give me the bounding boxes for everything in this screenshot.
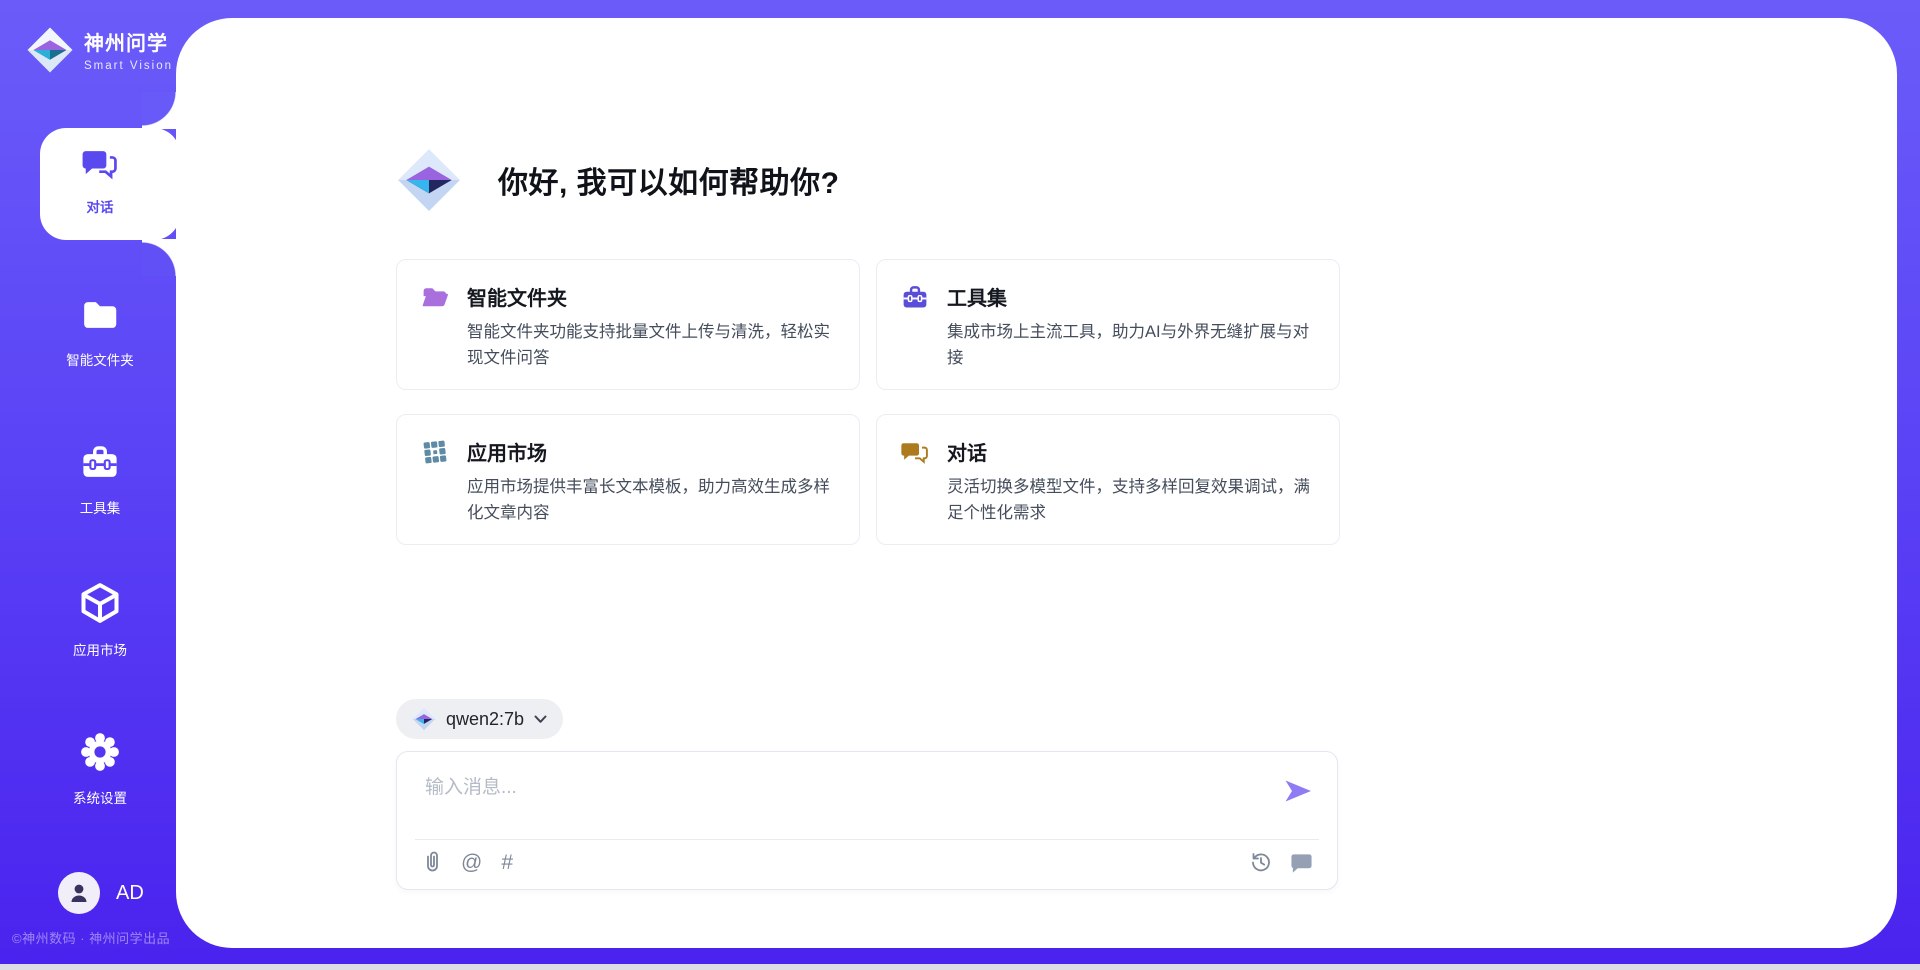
brand: 神州问学 Smart Vision <box>26 26 176 74</box>
card-description: 集成市场上主流工具，助力AI与外界无缝扩展与对接 <box>947 320 1315 371</box>
briefcase-icon <box>79 441 121 483</box>
message-composer: @ # <box>396 751 1338 890</box>
greeting: 你好, 我可以如何帮助你? <box>396 147 840 213</box>
window-bottom-edge <box>0 964 1920 970</box>
feature-cards: 智能文件夹 智能文件夹功能支持批量文件上传与清洗，轻松实现文件问答 工具集 集成… <box>396 259 1340 545</box>
card-smart-folder[interactable]: 智能文件夹 智能文件夹功能支持批量文件上传与清洗，轻松实现文件问答 <box>396 259 860 390</box>
sidebar-item-market[interactable]: 应用市场 <box>12 581 188 659</box>
model-name: qwen2:7b <box>446 709 524 730</box>
sidebar-item-tools[interactable]: 工具集 <box>12 441 188 517</box>
folder-open-icon <box>421 283 449 311</box>
person-icon <box>67 881 91 905</box>
model-selector[interactable]: qwen2:7b <box>396 699 563 739</box>
card-title: 智能文件夹 <box>467 282 567 311</box>
send-icon[interactable] <box>1283 778 1313 804</box>
sidebar-item-chat[interactable]: 对话 <box>12 144 188 216</box>
tab-curve-bottom <box>142 239 176 276</box>
user-name: AD <box>116 882 144 905</box>
attachment-icon[interactable] <box>423 850 442 874</box>
copyright-footer: ©神州数码 · 神州问学出品 <box>12 928 192 947</box>
app-logo-icon <box>396 147 462 213</box>
chat-icon <box>901 438 929 466</box>
cube-icon <box>78 581 122 625</box>
card-toolset[interactable]: 工具集 集成市场上主流工具，助力AI与外界无缝扩展与对接 <box>876 259 1340 390</box>
model-logo-icon <box>412 707 436 731</box>
card-description: 智能文件夹功能支持批量文件上传与清洗，轻松实现文件问答 <box>467 320 835 371</box>
tab-curve-top <box>142 92 176 129</box>
briefcase-icon <box>901 283 929 311</box>
folder-icon <box>80 295 120 335</box>
sidebar-item-label: 应用市场 <box>12 639 188 659</box>
brand-name: 神州问学 <box>84 33 168 55</box>
card-title: 工具集 <box>947 282 1007 311</box>
pixel-cube-icon <box>421 438 449 466</box>
sidebar-item-label: 系统设置 <box>12 787 188 807</box>
sidebar: 神州问学 Smart Vision 对话 智能文件夹 <box>0 0 176 970</box>
sidebar-item-settings[interactable]: 系统设置 <box>12 731 188 807</box>
hashtag-icon[interactable]: # <box>501 852 513 873</box>
sidebar-item-label: 对话 <box>12 196 188 216</box>
feedback-bubble-icon[interactable] <box>1290 851 1313 874</box>
brand-logo-icon <box>26 26 74 74</box>
chat-icon <box>81 144 119 182</box>
composer-toolbar: @ # <box>423 850 1313 874</box>
card-title: 应用市场 <box>467 437 547 466</box>
greeting-text: 你好, 我可以如何帮助你? <box>498 158 840 202</box>
composer-divider <box>415 839 1319 840</box>
sidebar-item-folders[interactable]: 智能文件夹 <box>12 295 188 369</box>
sidebar-item-label: 智能文件夹 <box>12 349 188 369</box>
card-app-market[interactable]: 应用市场 应用市场提供丰富长文本模板，助力高效生成多样化文章内容 <box>396 414 860 545</box>
brand-subtitle: Smart Vision <box>84 60 173 72</box>
card-title: 对话 <box>947 437 987 466</box>
card-description: 灵活切换多模型文件，支持多样回复效果调试，满足个性化需求 <box>947 475 1315 526</box>
gear-icon <box>79 731 121 773</box>
card-description: 应用市场提供丰富长文本模板，助力高效生成多样化文章内容 <box>467 475 835 526</box>
user-profile[interactable]: AD <box>58 872 144 914</box>
sidebar-item-label: 工具集 <box>12 497 188 517</box>
mention-icon[interactable]: @ <box>461 852 482 873</box>
message-input[interactable] <box>425 772 1265 832</box>
avatar <box>58 872 100 914</box>
chevron-down-icon <box>534 715 547 724</box>
card-chat[interactable]: 对话 灵活切换多模型文件，支持多样回复效果调试，满足个性化需求 <box>876 414 1340 545</box>
history-icon[interactable] <box>1249 850 1273 874</box>
